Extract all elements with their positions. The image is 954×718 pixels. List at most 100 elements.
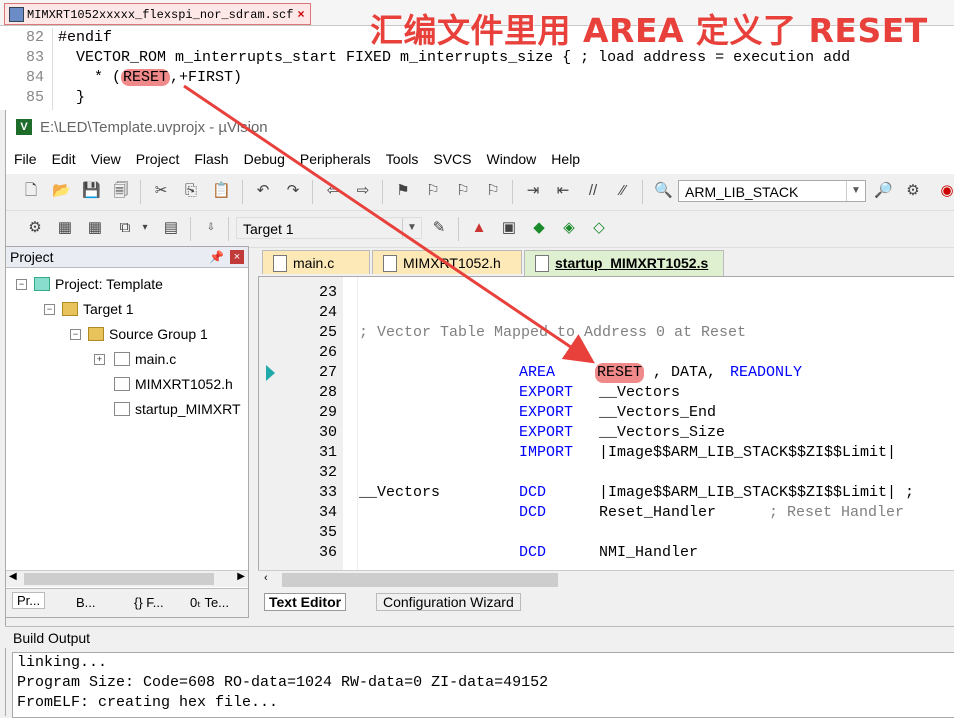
uncomment-icon[interactable]: ⁄⁄ — [614, 182, 632, 200]
chevron-down-icon[interactable]: ▾ — [136, 219, 154, 237]
build-line: linking... — [17, 654, 108, 671]
close-icon[interactable]: × — [297, 7, 304, 21]
toolbar-separator — [242, 180, 243, 204]
project-items-icon[interactable]: ▣ — [500, 219, 518, 237]
pack-installer-icon[interactable]: ◆ — [530, 219, 548, 237]
target-options-icon[interactable]: ✎ — [430, 219, 448, 237]
tree-file-startup[interactable]: startup_MIMXRT — [114, 399, 241, 419]
tab-functions[interactable]: {} F... — [134, 595, 164, 610]
debug-icon[interactable]: ◉ — [938, 182, 954, 200]
cut-icon[interactable]: ✂ — [152, 182, 170, 200]
scroll-left-icon[interactable]: ◀ — [9, 571, 17, 582]
scatter-file-editor: MIMXRT1052xxxxx_flexspi_nor_sdram.scf × 8… — [0, 0, 954, 110]
menu-help[interactable]: Help — [551, 151, 580, 167]
open-folder-icon[interactable]: 📂 — [52, 182, 71, 200]
toolbar-separator — [228, 217, 229, 241]
build-line: Program Size: Code=608 RO-data=1024 RW-d… — [17, 674, 549, 691]
unindent-icon[interactable]: ⇤ — [554, 182, 572, 200]
code-line: 35 — [259, 523, 954, 543]
load-icon[interactable]: ⇩ — [202, 219, 220, 237]
pin-icon[interactable]: 📌 — [209, 247, 224, 267]
stop-build-icon[interactable]: ▤ — [162, 219, 180, 237]
tab-templates[interactable]: 0ₜ Te... — [190, 595, 229, 611]
select-packs-icon[interactable]: ◈ — [560, 219, 578, 237]
tab-project[interactable]: Pr... — [12, 592, 46, 609]
batch-build-icon[interactable]: ⧉ — [116, 219, 134, 237]
new-file-icon[interactable]: 🗋 — [22, 182, 40, 200]
tab-text-editor[interactable]: Text Editor — [264, 593, 347, 611]
tree-file-header[interactable]: MIMXRT1052.h — [114, 374, 233, 394]
menu-peripherals[interactable]: Peripherals — [300, 151, 371, 167]
tab-configuration-wizard[interactable]: Configuration Wizard — [376, 593, 521, 611]
collapse-icon[interactable]: − — [44, 304, 55, 315]
find-combo[interactable]: ARM_LIB_STACK ▼ — [678, 180, 866, 202]
tab-mimxrt1052-h[interactable]: MIMXRT1052.h — [372, 250, 522, 274]
tree-source-group[interactable]: Source Group 1 — [88, 324, 208, 344]
menu-debug[interactable]: Debug — [244, 151, 285, 167]
rebuild-icon[interactable]: ▦ — [86, 219, 104, 237]
collapse-icon[interactable]: − — [70, 329, 81, 340]
indent-icon[interactable]: ⇥ — [524, 182, 542, 200]
menu-project[interactable]: Project — [136, 151, 180, 167]
title-bar: V E:\LED\Template.uvprojx - µVision — [6, 110, 954, 144]
menu-svcs[interactable]: SVCS — [433, 151, 471, 167]
menu-flash[interactable]: Flash — [194, 151, 228, 167]
tree-label: MIMXRT1052.h — [135, 376, 233, 392]
save-all-icon[interactable]: 🗐 — [112, 182, 130, 200]
tree-label: startup_MIMXRT — [135, 401, 241, 417]
nav-forward-icon[interactable]: ⇨ — [354, 182, 372, 200]
scroll-right-icon[interactable]: ▶ — [237, 571, 245, 582]
configure-icon[interactable]: ⚙ — [904, 182, 922, 200]
target-combo-value: Target 1 — [243, 221, 294, 237]
manage-run-time-icon[interactable]: ◇ — [590, 219, 608, 237]
save-icon[interactable]: 💾 — [82, 182, 101, 200]
target-combo[interactable]: Target 1 ▼ — [236, 217, 422, 239]
bookmark-icon[interactable]: ⚑ — [394, 182, 412, 200]
tree-target[interactable]: Target 1 — [62, 299, 134, 319]
build-output-panel[interactable]: linking... Program Size: Code=608 RO-dat… — [12, 652, 954, 718]
manage-components-icon[interactable]: ▲ — [470, 219, 488, 237]
code-line: 84 * (RESET ,+FIRST) — [0, 68, 954, 88]
find-icon[interactable]: 🔎 — [874, 182, 893, 200]
tab-startup-active[interactable]: startup_MIMXRT1052.s — [524, 250, 724, 276]
bookmark-clear-icon[interactable]: ⚐ — [484, 182, 502, 200]
menu-edit[interactable]: Edit — [52, 151, 76, 167]
comment-icon[interactable]: // — [584, 182, 602, 200]
editor-horizontal-scrollbar[interactable]: ‹ — [258, 570, 954, 589]
chevron-down-icon[interactable]: ▼ — [402, 218, 421, 238]
project-horizontal-scrollbar[interactable]: ◀ ▶ — [6, 570, 248, 587]
code-args: __Vectors_Size — [599, 424, 726, 441]
code-directive: AREA — [519, 364, 556, 381]
expand-icon[interactable]: + — [94, 354, 105, 365]
chevron-down-icon[interactable]: ▼ — [846, 181, 865, 201]
menu-view[interactable]: View — [91, 151, 121, 167]
project-panel-tabs: Pr... B... {} F... 0ₜ Te... — [6, 588, 248, 617]
scatter-file-tab[interactable]: MIMXRT1052xxxxx_flexspi_nor_sdram.scf × — [4, 3, 312, 25]
scroll-left-icon[interactable]: ‹ — [264, 572, 268, 584]
code-editor[interactable]: 23 24 25 ; Vector Table Mapped to Address 0… — [258, 276, 954, 574]
project-panel-header: Project 📌 × — [6, 247, 248, 268]
redo-icon[interactable]: ↷ — [284, 182, 302, 200]
close-icon[interactable]: × — [230, 250, 244, 264]
translate-icon[interactable]: ⚙ — [26, 219, 44, 237]
collapse-icon[interactable]: − — [16, 279, 27, 290]
menu-window[interactable]: Window — [487, 151, 537, 167]
menu-tools[interactable]: Tools — [386, 151, 419, 167]
scrollbar-thumb[interactable] — [24, 573, 214, 585]
nav-back-icon[interactable]: ⇦ — [324, 182, 342, 200]
paste-icon[interactable]: 📋 — [212, 182, 231, 200]
tree-project-root[interactable]: Project: Template — [34, 274, 163, 294]
tab-books[interactable]: B... — [76, 595, 96, 610]
find-in-files-icon[interactable]: 🔍 — [654, 182, 673, 200]
line-number: 85 — [25, 89, 44, 106]
undo-icon[interactable]: ↶ — [254, 182, 272, 200]
toolbar-separator — [458, 217, 459, 241]
tree-file-main-c[interactable]: main.c — [114, 349, 176, 369]
bookmark-prev-icon[interactable]: ⚐ — [424, 182, 442, 200]
bookmark-next-icon[interactable]: ⚐ — [454, 182, 472, 200]
copy-icon[interactable]: ⎘ — [182, 182, 200, 200]
menu-file[interactable]: File — [14, 151, 37, 167]
build-icon[interactable]: ▦ — [56, 219, 74, 237]
scrollbar-thumb[interactable] — [282, 573, 558, 587]
tab-main-c[interactable]: main.c — [262, 250, 370, 274]
